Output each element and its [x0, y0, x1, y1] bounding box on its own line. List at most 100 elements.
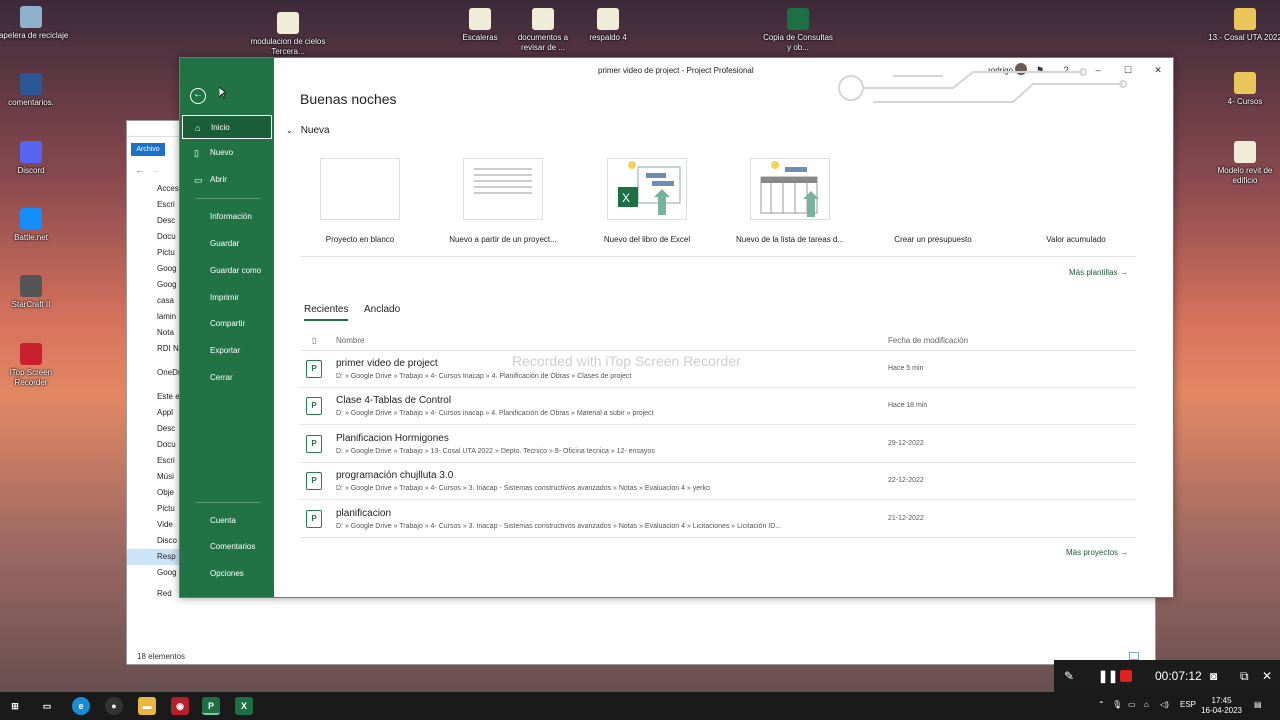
- project-file-icon: P: [306, 509, 322, 528]
- desktop-icon[interactable]: StarCraft II: [0, 275, 69, 310]
- tray-chevron-icon[interactable]: ⌃: [1098, 700, 1105, 709]
- sidebar-item-inicio[interactable]: ⌂ Inicio: [182, 115, 272, 139]
- network-icon[interactable]: ⌂: [1144, 700, 1149, 709]
- desktop-icon[interactable]: Modelo revit de edificio: [1207, 141, 1280, 186]
- template-card[interactable]: Valor acumulado: [1006, 158, 1146, 244]
- sidebar-item-abrir[interactable]: ▭ Abrir: [182, 168, 272, 192]
- explorer-tree-item[interactable]: Músi: [127, 469, 181, 485]
- template-card[interactable]: Crear un presupuesto: [863, 158, 1003, 244]
- explorer-forward-icon[interactable]: →: [151, 165, 160, 175]
- sidebar-item-cuenta[interactable]: Cuenta: [182, 509, 272, 533]
- back-arrow-icon[interactable]: ←: [190, 88, 206, 104]
- template-card[interactable]: Nuevo a partir de un proyect...: [433, 158, 573, 244]
- explorer-tree-item[interactable]: Appl: [127, 405, 181, 421]
- language-indicator[interactable]: ESP: [1180, 700, 1196, 709]
- explorer-tree-item[interactable]: Docu: [127, 437, 181, 453]
- explorer-tree-item[interactable]: Escri: [127, 197, 181, 213]
- desktop-icon[interactable]: 13.- Cosal UTA 2022: [1207, 8, 1280, 43]
- sidebar-item-imprimir[interactable]: Imprimir: [182, 286, 272, 310]
- explorer-tree-item[interactable]: Desc: [127, 421, 181, 437]
- sidebar-item-guardar-como[interactable]: Guardar como: [182, 259, 272, 283]
- explorer-tree-item[interactable]: Escri: [127, 453, 181, 469]
- tab-recientes[interactable]: Recientes: [304, 304, 349, 321]
- explorer-tree-item[interactable]: RDI N: [127, 341, 181, 357]
- desktop-icon[interactable]: Papelera de reciclaje: [0, 6, 69, 41]
- excel-app-icon[interactable]: X: [235, 697, 253, 715]
- clock[interactable]: 17:45 16-04-2023: [1201, 696, 1242, 716]
- microphone-icon[interactable]: 🎙: [1112, 700, 1122, 709]
- recorder-icon: [20, 343, 42, 365]
- explorer-tree-item[interactable]: casa: [127, 293, 181, 309]
- explorer-tree-item[interactable]: Goog: [127, 261, 181, 277]
- sidebar-item-información[interactable]: Información: [182, 205, 272, 229]
- recent-file-row[interactable]: Pplanificacion D: » Google Drive » Trabaj…: [300, 501, 1136, 538]
- pen-icon[interactable]: ✎: [1064, 669, 1074, 683]
- recent-file-row[interactable]: P Clase 4-Tablas de Control D: » Google Dr…: [300, 388, 1136, 426]
- sidebar-item-comentarios[interactable]: Comentarios: [182, 535, 272, 559]
- explorer-tree-item[interactable]: Vide: [127, 517, 181, 533]
- camera-icon[interactable]: ◙: [1210, 669, 1217, 683]
- desktop-icon[interactable]: Battle.net: [0, 208, 69, 243]
- explorer-tree-item[interactable]: Acceso: [127, 181, 181, 197]
- sidebar-item-nuevo[interactable]: ▯ Nuevo: [182, 141, 272, 165]
- desktop-icon[interactable]: 4- Cursos: [1207, 72, 1280, 107]
- explorer-tree-item[interactable]: Resp: [127, 549, 181, 565]
- task-view-icon[interactable]: ▭: [38, 697, 56, 715]
- more-templates-link[interactable]: Más plantillas →: [1069, 268, 1128, 277]
- desktop-icon[interactable]: modulacion de cielos Tercera...: [250, 12, 326, 57]
- template-card[interactable]: X Nuevo del libro de Excel: [577, 158, 717, 244]
- record-app-icon[interactable]: ●: [105, 697, 123, 715]
- explorer-archivo-tab[interactable]: Archivo: [131, 143, 165, 156]
- close-icon[interactable]: ✕: [1262, 669, 1272, 683]
- recorder-app-icon[interactable]: ◉: [171, 697, 189, 715]
- recent-file-row[interactable]: Pprogramación chujlluta 3.0 D: » Google D…: [300, 463, 1136, 501]
- desktop-icon[interactable]: respaldo 4: [570, 8, 646, 43]
- notifications-icon[interactable]: ▤: [1254, 700, 1262, 709]
- desktop-icon[interactable]: iTop Screen Recorder: [0, 343, 69, 388]
- explorer-tree-item[interactable]: OneDr: [127, 365, 181, 381]
- desktop-icon[interactable]: Copia de Consultas y ob...: [760, 8, 836, 53]
- explorer-tree-item[interactable]: Obje: [127, 485, 181, 501]
- file-modified-date: Hace 18 min: [888, 402, 928, 410]
- explorer-tree-item[interactable]: lamin: [127, 309, 181, 325]
- explorer-tree-item[interactable]: Red: [127, 586, 181, 602]
- explorer-tree-item[interactable]: Docu: [127, 229, 181, 245]
- explorer-tree-item[interactable]: Desc: [127, 213, 181, 229]
- explorer-tree-item[interactable]: Nota: [127, 325, 181, 341]
- close-icon[interactable]: ✕: [1151, 63, 1165, 77]
- desktop-icon[interactable]: comentarios.: [0, 73, 69, 108]
- file-explorer-icon[interactable]: ▬: [138, 697, 156, 715]
- template-card[interactable]: Proyecto en blanco: [290, 158, 430, 244]
- explorer-tree-item[interactable]: Disco: [127, 533, 181, 549]
- sidebar-item-exportar[interactable]: Exportar: [182, 339, 272, 363]
- explorer-tree-item[interactable]: Este eq: [127, 389, 181, 405]
- template-label: Crear un presupuesto: [894, 235, 972, 244]
- sidebar-item-compartir[interactable]: Compartir: [182, 312, 272, 336]
- project-app-icon[interactable]: P: [202, 697, 220, 715]
- template-card[interactable]: Nuevo de la lista de tareas d...: [720, 158, 860, 244]
- sidebar-item-opciones[interactable]: Opciones: [182, 562, 272, 586]
- stop-icon[interactable]: [1120, 670, 1132, 682]
- explorer-tree-item[interactable]: Goog: [127, 565, 181, 581]
- column-name-header[interactable]: Nombre: [336, 336, 364, 345]
- explorer-tree-item[interactable]: Pictu: [127, 501, 181, 517]
- volume-icon[interactable]: ◁): [1160, 700, 1169, 709]
- recent-file-row[interactable]: P Planificacion Hormigones D: » Google Dri…: [300, 426, 1136, 463]
- pause-icon[interactable]: ❚❚: [1098, 669, 1118, 683]
- details-view-icon[interactable]: [1129, 652, 1139, 660]
- windows-start-icon[interactable]: ⊞: [6, 697, 24, 715]
- explorer-tree-item[interactable]: Goog: [127, 277, 181, 293]
- battery-icon[interactable]: ▭: [1128, 700, 1136, 709]
- section-nueva-toggle[interactable]: ⌄ Nueva: [286, 125, 330, 136]
- tab-anclado[interactable]: Anclado: [364, 304, 400, 315]
- screenshot-edit-icon[interactable]: ⧉: [1240, 669, 1249, 684]
- explorer-back-icon[interactable]: ←: [135, 165, 144, 175]
- sidebar-item-guardar[interactable]: Guardar: [182, 232, 272, 256]
- sidebar-item-cerrar[interactable]: Cerrar: [182, 366, 272, 390]
- more-projects-link[interactable]: Más proyectos →: [1066, 548, 1128, 557]
- column-date-header[interactable]: Fecha de modificación: [888, 336, 968, 345]
- explorer-tree-item[interactable]: Pictu: [127, 245, 181, 261]
- desktop-icon[interactable]: Discord: [0, 141, 69, 176]
- desktop-icon-label: modulacion de cielos Tercera...: [250, 37, 326, 56]
- edge-icon[interactable]: e: [72, 697, 90, 715]
